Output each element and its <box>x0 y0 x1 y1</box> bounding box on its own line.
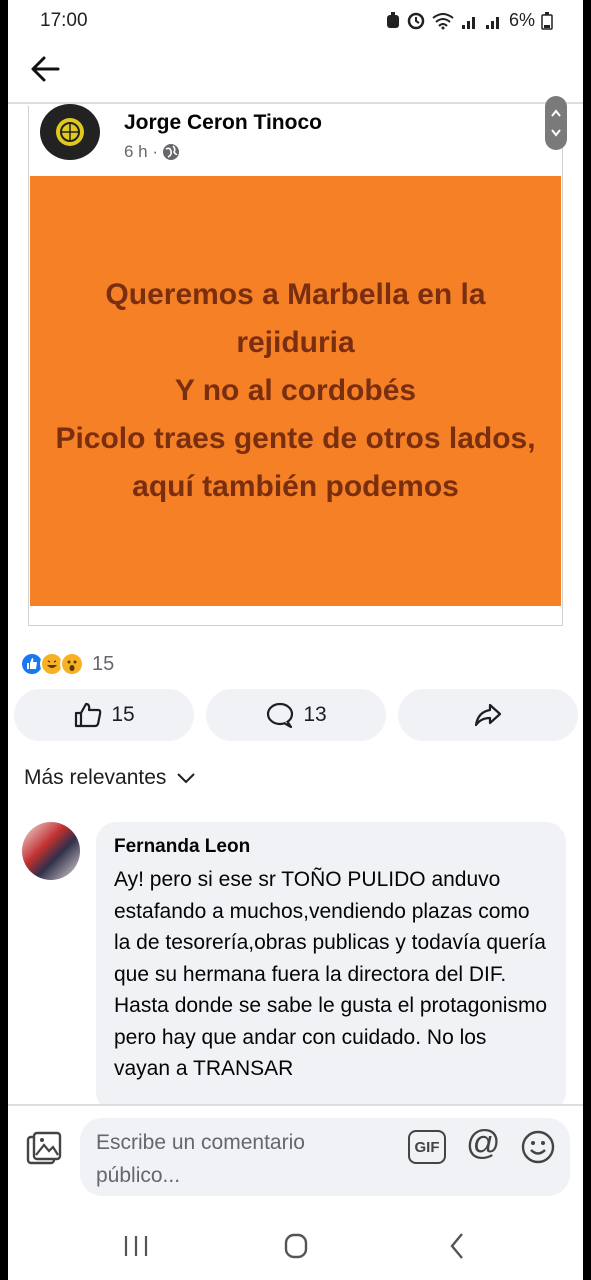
battery-icon <box>541 11 553 30</box>
comment-button[interactable]: 13 <box>206 689 386 741</box>
status-icons: 6% <box>385 10 553 31</box>
globe-icon <box>163 144 180 160</box>
post-meta: 6 h · <box>124 142 180 162</box>
scroll-handle[interactable] <box>545 96 567 150</box>
share-icon <box>474 703 502 727</box>
header-divider <box>8 102 583 104</box>
wifi-icon <box>432 12 454 29</box>
back-arrow-icon[interactable] <box>28 52 64 86</box>
emoji-icon[interactable] <box>520 1129 556 1165</box>
wow-icon <box>60 652 84 676</box>
status-bar: 17:00 6% <box>8 0 583 44</box>
alarm-icon <box>386 11 399 28</box>
gif-icon[interactable]: GIF <box>408 1130 446 1164</box>
comment-icon <box>267 702 294 729</box>
comment-count: 13 <box>303 703 327 726</box>
like-button[interactable]: 15 <box>14 689 194 741</box>
photo-icon[interactable] <box>26 1131 62 1167</box>
screen: 17:00 6% Jorge Ceron Tinoco 6 h · Querem… <box>8 0 583 1280</box>
nav-back-icon[interactable] <box>440 1228 476 1264</box>
reaction-count: 15 <box>92 652 115 675</box>
thumbs-up-icon <box>75 702 102 728</box>
chevron-down-icon <box>177 773 196 784</box>
comment-author[interactable]: Fernanda Leon <box>114 836 548 858</box>
post-text: Queremos a Marbella en la rejiduria Y no… <box>55 278 536 503</box>
signal-icon <box>485 16 499 29</box>
clock-icon <box>407 12 425 29</box>
author-avatar[interactable] <box>40 104 100 160</box>
signal-icon <box>461 16 475 29</box>
recent-apps-icon[interactable] <box>118 1228 154 1264</box>
commenter-avatar[interactable] <box>22 822 80 880</box>
post-content: Queremos a Marbella en la rejiduria Y no… <box>30 176 561 606</box>
comment-bubble: Fernanda Leon Ay! pero si ese sr TOÑO PU… <box>96 822 566 1112</box>
battery-percent: 6% <box>508 10 535 30</box>
status-time: 17:00 <box>40 10 88 31</box>
comment-text: Ay! pero si ese sr TOÑO PULIDO anduvo es… <box>114 868 548 1080</box>
reactions-summary[interactable]: 15 <box>20 652 114 676</box>
sort-label: Más relevantes <box>24 766 167 789</box>
home-icon[interactable] <box>278 1228 314 1264</box>
mention-icon[interactable]: @ <box>466 1124 501 1163</box>
comments-sort-dropdown[interactable]: Más relevantes <box>24 766 196 790</box>
comment-placeholder[interactable]: Escribe un comentario público... <box>96 1126 326 1192</box>
post-time: 6 h · <box>124 142 159 161</box>
like-count: 15 <box>111 703 135 726</box>
share-button[interactable] <box>398 689 578 741</box>
post-author-name[interactable]: Jorge Ceron Tinoco <box>124 111 322 135</box>
